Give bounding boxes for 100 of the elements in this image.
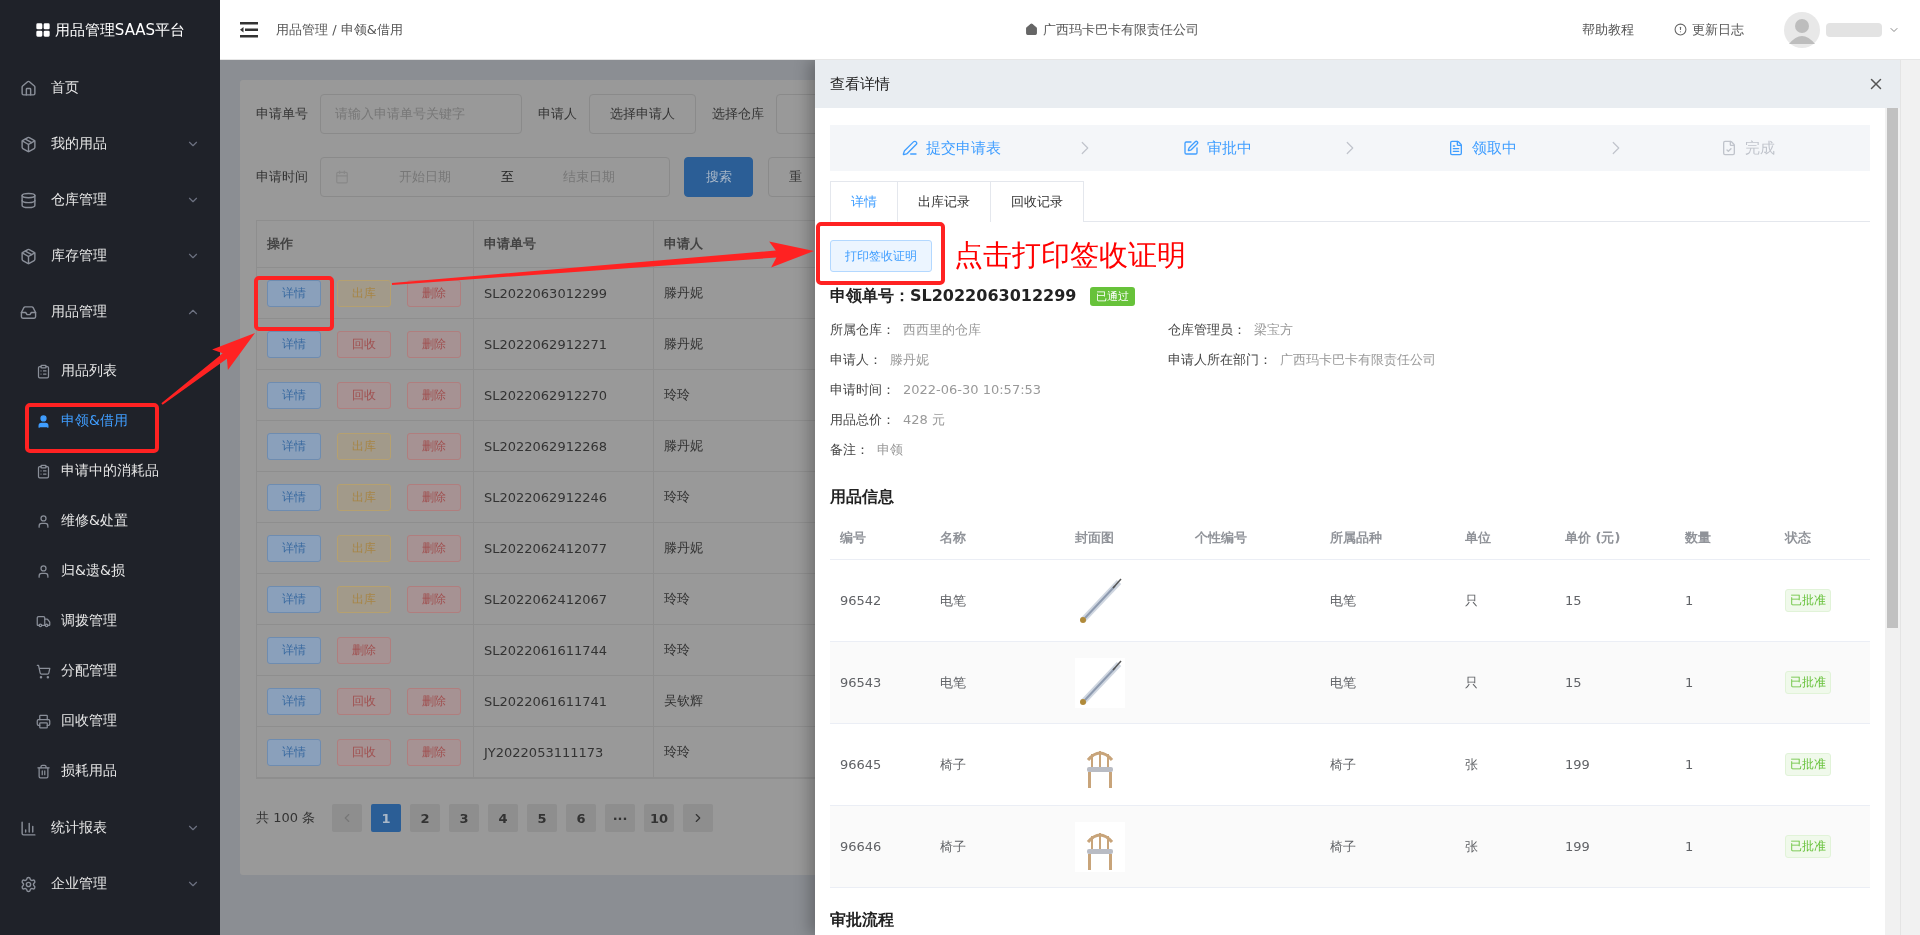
table-cell: SL2022062412067 [474, 574, 654, 624]
header-link[interactable]: 广西玛卡巴卡有限责任公司 [1025, 20, 1199, 39]
column-header: 单价 (元) [1564, 528, 1622, 547]
section-title: 审批流程 [830, 910, 895, 931]
sidebar-item[interactable]: 企业管理 [0, 856, 220, 912]
app-title: 用品管理SAAS平台 [54, 20, 186, 40]
page-button[interactable]: 2 [410, 804, 441, 832]
detail-button[interactable]: 详情 [267, 483, 321, 511]
total-count: 共 100 条 [256, 809, 316, 827]
table-cell-text: 电笔 [1329, 673, 1357, 692]
submenu-item[interactable]: 回收管理 [0, 696, 220, 746]
sidebar-item[interactable]: 仓库管理 [0, 172, 220, 228]
clipboard-icon [36, 363, 51, 379]
step: 提交申请表 [830, 138, 1074, 158]
header-link[interactable]: 更新日志 [1674, 20, 1744, 39]
recycle-button[interactable]: 回收 [337, 381, 391, 409]
table-cell: SL2022062912268 [474, 421, 654, 471]
delete-button[interactable]: 删除 [407, 534, 461, 562]
pen-icon [902, 140, 919, 156]
submenu-item[interactable]: 分配管理 [0, 646, 220, 696]
column-header: 数量 [1684, 528, 1712, 547]
header-link[interactable]: 帮助教程 [1239, 20, 1634, 39]
sidebar-item[interactable]: 首页 [0, 60, 220, 116]
delete-button[interactable]: 删除 [407, 432, 461, 460]
table-cell-text: 96542 [839, 593, 883, 608]
detail-button[interactable]: 详情 [267, 432, 321, 460]
detail-button[interactable]: 详情 [267, 585, 321, 613]
alert-icon [1674, 23, 1687, 36]
page-button[interactable]: 4 [488, 804, 519, 832]
delete-button[interactable]: 删除 [407, 279, 461, 307]
table-cell-text: 椅子 [1329, 755, 1357, 774]
recycle-button[interactable]: 回收 [337, 330, 391, 358]
file-check-icon [1721, 140, 1738, 156]
detail-button[interactable]: 详情 [267, 330, 321, 358]
status-tag: 已批准 [1785, 589, 1831, 612]
applicant-picker[interactable]: 选择申请人 [589, 94, 696, 134]
submenu-item[interactable]: 损耗用品 [0, 746, 220, 796]
detail-button[interactable]: 详情 [267, 687, 321, 715]
submenu-item[interactable]: 申请中的消耗品 [0, 446, 220, 496]
order-title: 申领单号：SL2022063012299 [830, 286, 1077, 307]
info-label: 备注： [830, 440, 869, 459]
menu-toggle-icon[interactable] [240, 21, 258, 38]
page-button[interactable]: 10 [644, 804, 675, 832]
sidebar-item[interactable]: 用品管理 [0, 284, 220, 340]
search-button[interactable]: 搜索 [684, 157, 753, 197]
table-cell: SL2022062912246 [474, 472, 654, 522]
submenu-item[interactable]: 用品列表 [0, 346, 220, 396]
column-header: 单位 [1464, 528, 1492, 547]
info-label: 所属仓库： [830, 320, 895, 339]
detail-button[interactable]: 详情 [267, 279, 321, 307]
table-cell: SL2022062912271 [474, 319, 654, 369]
printer-icon [36, 713, 51, 729]
submenu-item[interactable]: 归&遗&损 [0, 546, 220, 596]
home-icon [20, 79, 37, 97]
table-cell-text: 199 [1564, 839, 1591, 854]
recycle-button[interactable]: 回收 [337, 687, 391, 715]
delete-button[interactable]: 删除 [407, 687, 461, 715]
delete-button[interactable]: 删除 [407, 738, 461, 766]
info-label: 仓库管理员： [1168, 320, 1246, 339]
submenu-item[interactable]: 申领&借用 [0, 396, 220, 446]
user-icon [36, 413, 51, 429]
page-button[interactable]: ··· [605, 804, 636, 832]
next-page-button[interactable] [683, 804, 714, 832]
table-cell-text: 只 [1464, 591, 1479, 610]
truck-icon [36, 613, 51, 629]
page-button[interactable]: 3 [449, 804, 480, 832]
info-value: 滕丹妮 [890, 350, 929, 369]
package-icon [20, 135, 37, 153]
delete-button[interactable]: 删除 [337, 636, 391, 664]
submenu-item[interactable]: 维修&处置 [0, 496, 220, 546]
page-button[interactable]: 6 [566, 804, 597, 832]
status-badge: 已通过 [1090, 287, 1136, 306]
table-cell-text: 96646 [839, 839, 883, 854]
submenu-item[interactable]: 调拨管理 [0, 596, 220, 646]
print-button[interactable]: 打印签收证明 [830, 240, 932, 272]
info-label: 申请人： [830, 350, 882, 369]
tab[interactable]: 回收记录 [991, 181, 1084, 222]
detail-button[interactable]: 详情 [267, 381, 321, 409]
table-cell-text: 96645 [839, 757, 883, 772]
detail-button[interactable]: 详情 [267, 534, 321, 562]
info-value: 广西玛卡巴卡有限责任公司 [1280, 350, 1436, 369]
avatar-icon[interactable] [1784, 11, 1820, 48]
sidebar-item[interactable]: 库存管理 [0, 228, 220, 284]
table-cell-text: 1 [1684, 593, 1695, 608]
table-cell-text: 只 [1464, 673, 1479, 692]
delete-button[interactable]: 删除 [407, 585, 461, 613]
delete-button[interactable]: 删除 [407, 483, 461, 511]
detail-button[interactable]: 详情 [267, 738, 321, 766]
cart-icon [36, 663, 51, 679]
delete-button[interactable]: 删除 [407, 381, 461, 409]
delete-button[interactable]: 删除 [407, 330, 461, 358]
tab[interactable]: 出库记录 [898, 181, 991, 222]
step: 领取中 [1361, 138, 1605, 158]
page-button[interactable]: 5 [527, 804, 558, 832]
sidebar-item[interactable]: 统计报表 [0, 800, 220, 856]
detail-button[interactable]: 详情 [267, 636, 321, 664]
tab[interactable]: 详情 [830, 181, 898, 222]
recycle-button[interactable]: 回收 [337, 738, 391, 766]
sidebar-item[interactable]: 我的用品 [0, 116, 220, 172]
page-button[interactable]: 1 [371, 804, 402, 832]
